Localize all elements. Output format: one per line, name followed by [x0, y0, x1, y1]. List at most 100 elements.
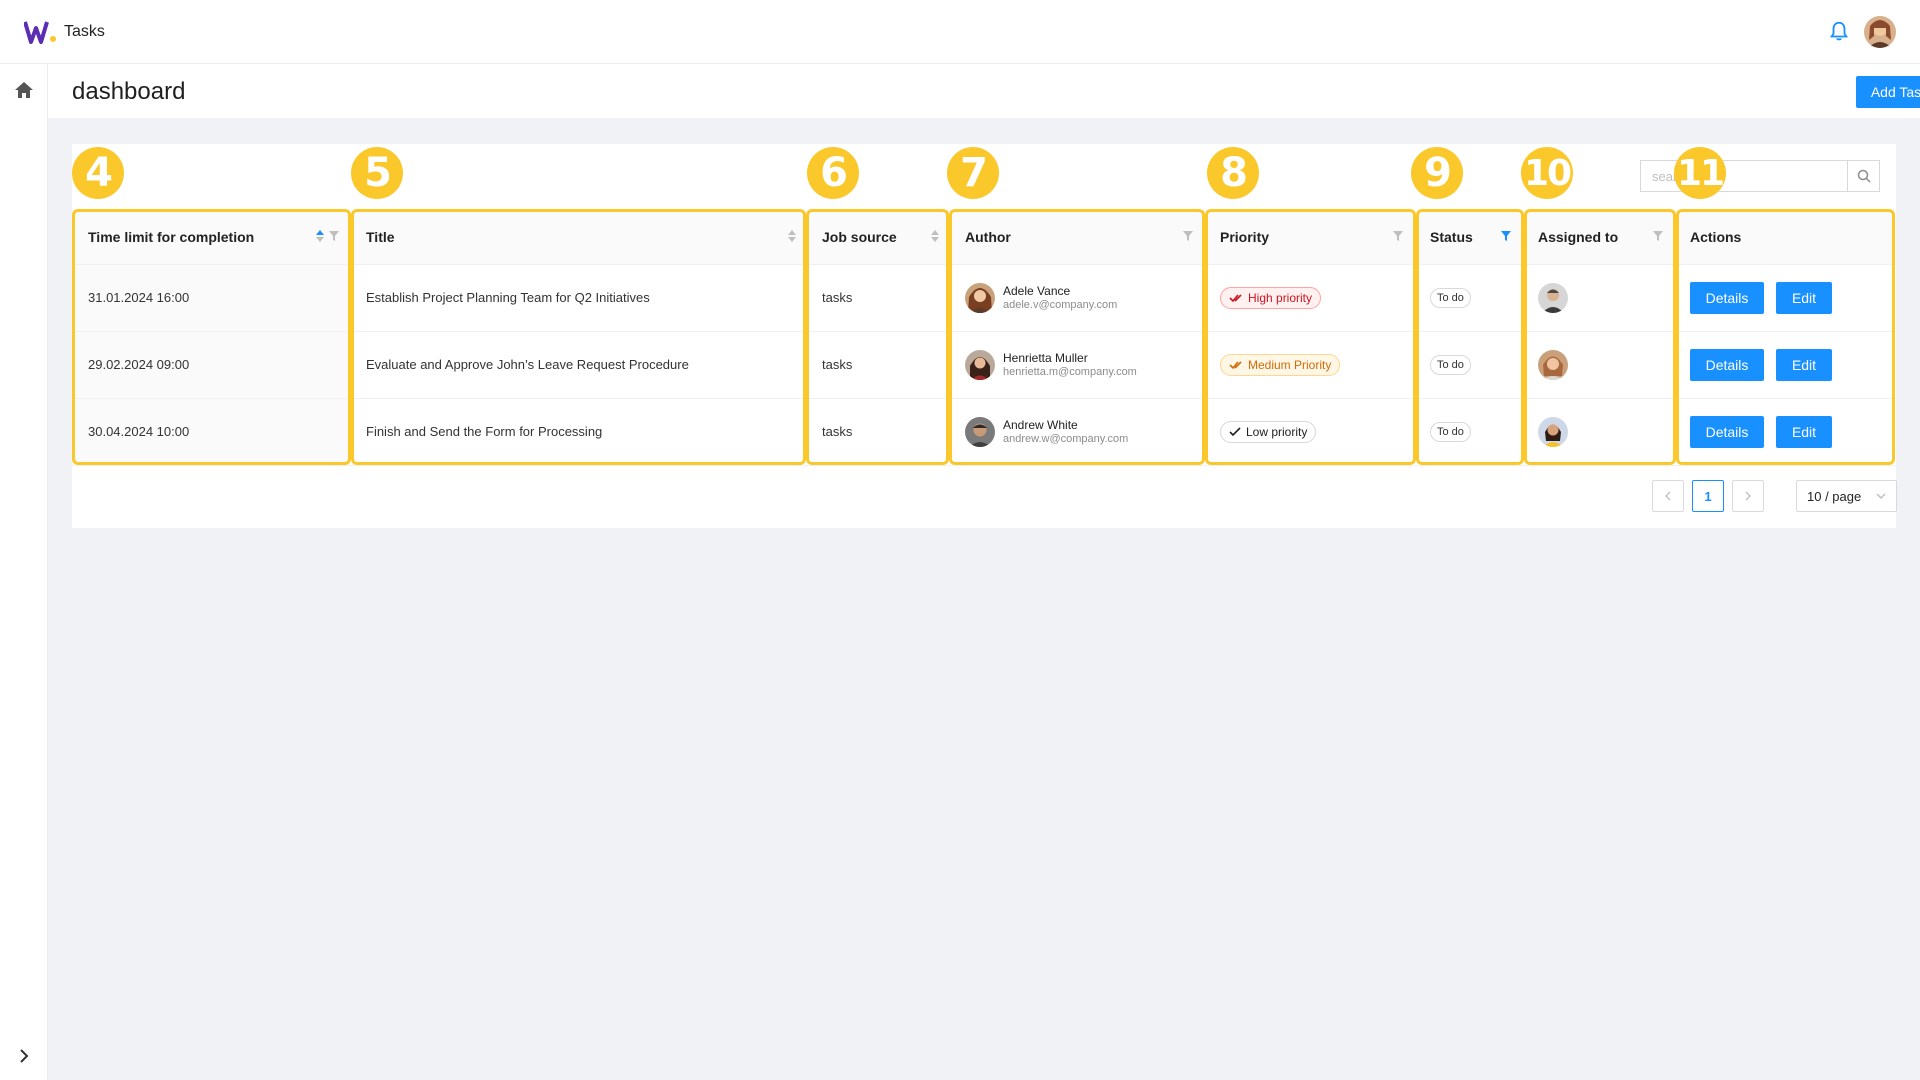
- column-label: Author: [965, 228, 1011, 245]
- edit-button[interactable]: Edit: [1776, 281, 1832, 314]
- table-row: 29.02.2024 09:00 Evaluate and Approve Jo…: [72, 331, 1896, 399]
- column-label: Assigned to: [1538, 228, 1619, 245]
- priority-label: High priority: [1248, 290, 1313, 305]
- filter-icon[interactable]: [1652, 230, 1664, 242]
- annotation-badge-6: 6: [807, 147, 859, 199]
- search-button[interactable]: [1847, 160, 1880, 192]
- add-task-button[interactable]: Add Task: [1856, 76, 1920, 108]
- notification-bell-icon[interactable]: [1828, 20, 1850, 42]
- column-header-job-source[interactable]: Job source: [806, 210, 949, 265]
- priority-tag: Low priority: [1220, 420, 1317, 443]
- filter-active-icon[interactable]: [1500, 230, 1512, 242]
- priority-tag: Medium Priority: [1220, 353, 1341, 376]
- actions-cell: Details Edit: [1674, 398, 1896, 466]
- user-avatar[interactable]: [1864, 16, 1896, 48]
- chevron-left-icon: [1665, 491, 1671, 501]
- column-label: Priority: [1220, 228, 1270, 245]
- author-name: Adele Vance: [1003, 283, 1071, 298]
- annotation-badge-4: 4: [72, 147, 124, 199]
- page-size-select[interactable]: 10 / page: [1796, 480, 1897, 512]
- annotation-badge-7: 7: [947, 147, 999, 199]
- priority-label: Medium Priority: [1248, 357, 1332, 372]
- author-email: adele.v@company.com: [1003, 298, 1118, 311]
- table-row: 31.01.2024 16:00 Establish Project Plann…: [72, 264, 1896, 332]
- title-cell: Finish and Send the Form for Processing: [350, 398, 806, 466]
- column-label: Status: [1430, 228, 1473, 245]
- details-button[interactable]: Details: [1690, 348, 1764, 381]
- priority-cell: Low priority: [1204, 398, 1414, 466]
- assigned-cell: [1522, 398, 1674, 466]
- author-email: henrietta.m@company.com: [1003, 365, 1137, 378]
- annotation-badge-11: 11: [1674, 147, 1726, 199]
- column-header-priority[interactable]: Priority: [1204, 210, 1414, 265]
- expand-sidebar-icon[interactable]: [15, 1047, 33, 1065]
- sidebar: [0, 64, 48, 1080]
- author-cell: Adele Vance adele.v@company.com: [949, 264, 1204, 332]
- column-header-title[interactable]: Title: [350, 210, 806, 265]
- tasks-card: Time limit for completion Title Job sour…: [72, 144, 1897, 528]
- assignee-avatar: [1538, 282, 1568, 313]
- title-cell: Evaluate and Approve John’s Leave Reques…: [350, 331, 806, 399]
- author-name: Henrietta Muller: [1003, 350, 1088, 365]
- edit-button[interactable]: Edit: [1776, 348, 1832, 381]
- tasks-table: Time limit for completion Title Job sour…: [72, 210, 1896, 466]
- annotation-badge-10: 10: [1521, 147, 1573, 199]
- app-title: Tasks: [64, 23, 105, 40]
- filter-icon[interactable]: [1392, 230, 1404, 242]
- column-label: Title: [366, 228, 395, 245]
- home-icon[interactable]: [14, 80, 34, 100]
- double-check-icon: [1229, 293, 1242, 302]
- double-check-icon: [1229, 360, 1242, 369]
- author-avatar: [965, 282, 995, 313]
- author-cell: Henrietta Muller henrietta.m@company.com: [949, 331, 1204, 399]
- actions-cell: Details Edit: [1674, 264, 1896, 332]
- pagination: 1 10 / page: [1652, 480, 1897, 512]
- column-header-assigned-to[interactable]: Assigned to: [1522, 210, 1674, 265]
- annotation-badge-8: 8: [1207, 147, 1259, 199]
- next-page-button[interactable]: [1732, 480, 1764, 512]
- chevron-right-icon: [1745, 491, 1751, 501]
- sort-icon[interactable]: [316, 230, 324, 242]
- time-limit-cell: 30.04.2024 10:00: [72, 398, 350, 466]
- author-email: andrew.w@company.com: [1003, 432, 1129, 445]
- search-input[interactable]: [1640, 160, 1847, 192]
- assigned-cell: [1522, 264, 1674, 332]
- table-header-row: Time limit for completion Title Job sour…: [72, 210, 1896, 265]
- annotation-badge-9: 9: [1411, 147, 1463, 199]
- column-header-author[interactable]: Author: [949, 210, 1204, 265]
- details-button[interactable]: Details: [1690, 415, 1764, 448]
- assigned-cell: [1522, 331, 1674, 399]
- priority-label: Low priority: [1246, 424, 1308, 439]
- prev-page-button[interactable]: [1652, 480, 1684, 512]
- priority-cell: Medium Priority: [1204, 331, 1414, 399]
- filter-icon[interactable]: [328, 230, 340, 242]
- author-cell: Andrew White andrew.w@company.com: [949, 398, 1204, 466]
- author-avatar: [965, 349, 995, 380]
- assignee-avatar: [1538, 416, 1568, 447]
- sort-icon[interactable]: [931, 230, 939, 242]
- title-cell: Establish Project Planning Team for Q2 I…: [350, 264, 806, 332]
- top-header: Tasks: [0, 0, 1920, 64]
- column-header-time-limit[interactable]: Time limit for completion: [72, 210, 350, 265]
- filter-icon[interactable]: [1182, 230, 1194, 242]
- column-header-status[interactable]: Status: [1414, 210, 1522, 265]
- column-label: Job source: [822, 228, 897, 245]
- priority-tag: High priority: [1220, 286, 1322, 309]
- time-limit-cell: 29.02.2024 09:00: [72, 331, 350, 399]
- author-avatar: [965, 416, 995, 447]
- details-button[interactable]: Details: [1690, 281, 1764, 314]
- actions-cell: Details Edit: [1674, 331, 1896, 399]
- edit-button[interactable]: Edit: [1776, 415, 1832, 448]
- status-cell: To do: [1414, 398, 1522, 466]
- page-header: dashboard Add Task: [48, 64, 1920, 118]
- page-number-button[interactable]: 1: [1692, 480, 1724, 512]
- assignee-avatar: [1538, 349, 1568, 380]
- job-source-cell: tasks: [806, 264, 949, 332]
- sort-icon[interactable]: [788, 230, 796, 242]
- priority-cell: High priority: [1204, 264, 1414, 332]
- status-tag: To do: [1430, 287, 1471, 308]
- search-icon: [1857, 169, 1871, 183]
- check-icon: [1229, 426, 1241, 436]
- column-header-actions: Actions: [1674, 210, 1896, 265]
- page-size-value: 10 / page: [1807, 488, 1862, 504]
